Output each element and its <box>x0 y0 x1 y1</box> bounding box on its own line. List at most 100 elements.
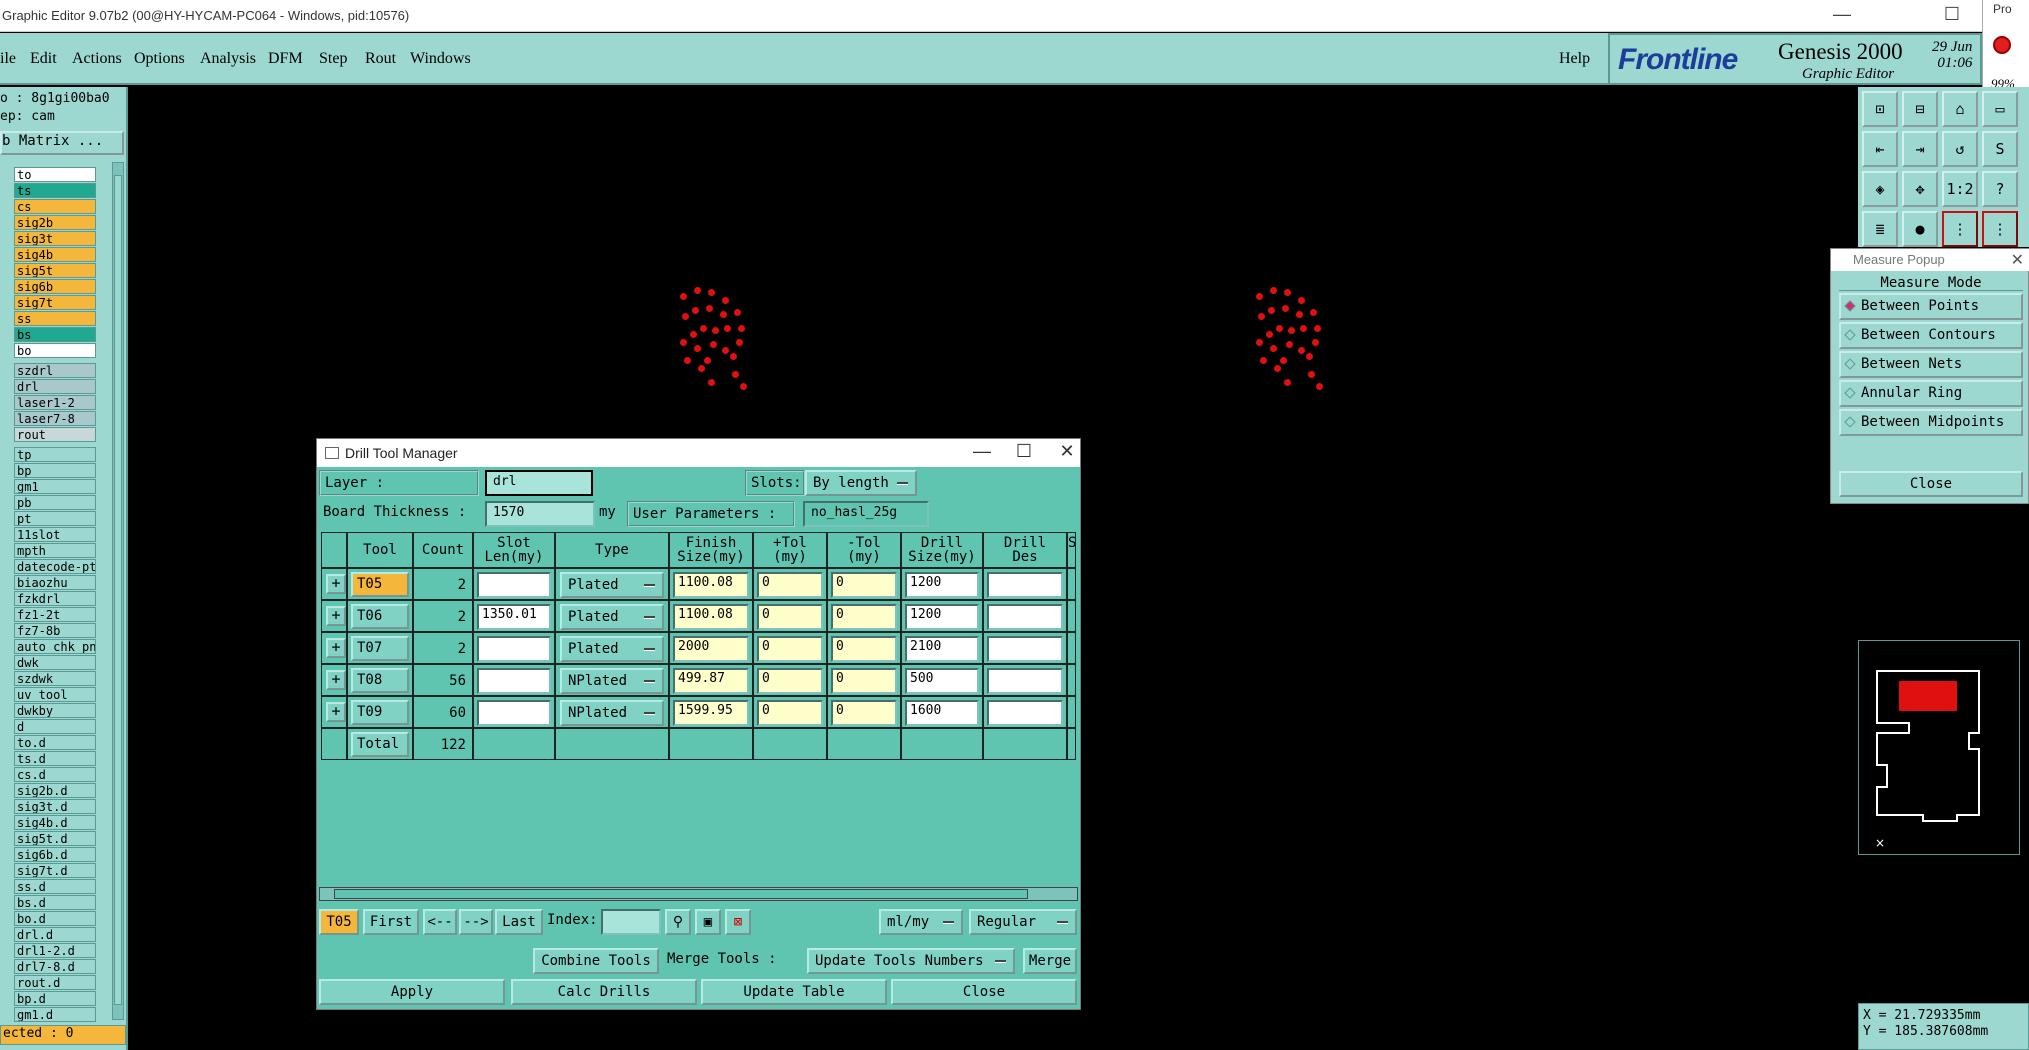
drill-des-input[interactable] <box>987 668 1063 694</box>
plus-tol-input[interactable]: 0 <box>757 572 823 598</box>
finish-size-input[interactable]: 1100.08 <box>673 572 749 598</box>
drill-hit[interactable] <box>1296 311 1303 318</box>
drill-size-input[interactable]: 1200 <box>905 572 979 598</box>
combine-tools-button[interactable]: Combine Tools <box>533 948 659 974</box>
layer-item[interactable]: szdrl <box>14 363 96 378</box>
menu-edit[interactable]: Edit <box>30 50 57 68</box>
layer-scrollbar[interactable] <box>112 162 124 1020</box>
scroll-thumb[interactable] <box>334 889 1028 899</box>
tool-name[interactable]: T09 <box>351 700 409 725</box>
layer-item[interactable]: ts.d <box>14 751 96 766</box>
net-analysis-icon[interactable]: ⋮ <box>1982 211 2018 247</box>
expand-icon[interactable]: + <box>326 702 346 722</box>
menu-windows[interactable]: Windows <box>410 50 471 68</box>
update-table-button[interactable]: Update Table <box>701 979 887 1005</box>
zoom-fit-icon[interactable]: ◈ <box>1862 171 1898 207</box>
layer-item[interactable]: rout <box>14 427 96 442</box>
bottom-view-icon[interactable]: ⊟ <box>1902 91 1938 127</box>
drill-hit[interactable] <box>1316 383 1323 390</box>
layer-item[interactable]: fz7-8b <box>14 623 96 638</box>
expand-icon[interactable]: + <box>326 670 346 690</box>
apply-button[interactable]: Apply <box>319 979 505 1005</box>
minimize-button[interactable]: — <box>1822 4 1862 25</box>
measure-close-button[interactable]: Close <box>1839 471 2023 497</box>
pan-left-icon[interactable]: ⇤ <box>1862 131 1898 167</box>
drill-hit[interactable] <box>720 311 727 318</box>
drill-hit[interactable] <box>704 357 711 364</box>
undo-icon[interactable]: ↺ <box>1942 131 1978 167</box>
drill-hit[interactable] <box>1282 305 1289 312</box>
layer-item[interactable]: bp.d <box>14 991 96 1006</box>
drill-size-input[interactable]: 2100 <box>905 636 979 662</box>
type-select[interactable]: Plated <box>560 572 664 598</box>
minus-tol-input[interactable]: 0 <box>831 636 897 662</box>
layer-item[interactable]: ts <box>14 183 96 198</box>
drill-hit[interactable] <box>1256 293 1263 300</box>
first-button[interactable]: First <box>363 909 419 935</box>
slot-len-input[interactable] <box>477 700 551 726</box>
drill-hit[interactable] <box>698 365 705 372</box>
drill-size-input[interactable]: 500 <box>905 668 979 694</box>
drill-hit[interactable] <box>690 331 697 338</box>
layer-item[interactable]: pb <box>14 495 96 510</box>
measure-between-contours[interactable]: Between Contours <box>1839 322 2023 349</box>
drill-des-input[interactable] <box>987 604 1063 630</box>
measure-between-points[interactable]: Between Points <box>1839 293 2023 320</box>
drill-hit[interactable] <box>710 341 717 348</box>
menu-step[interactable]: Step <box>319 50 347 68</box>
close-icon[interactable]: ✕ <box>2011 250 2024 270</box>
close-icon[interactable]: ✕ <box>1052 441 1082 462</box>
maximize-icon[interactable]: ☐ <box>1009 441 1039 462</box>
menu-dfm[interactable]: DFM <box>268 50 303 68</box>
drill-des-input[interactable] <box>987 572 1063 598</box>
drill-hit[interactable] <box>1310 309 1317 316</box>
plus-tol-input[interactable]: 0 <box>757 668 823 694</box>
layer-item[interactable]: sig6b <box>14 279 96 294</box>
plus-tol-input[interactable]: 0 <box>757 636 823 662</box>
type-select[interactable]: NPlated <box>560 700 664 726</box>
finish-size-input[interactable]: 2000 <box>673 636 749 662</box>
top-view-icon[interactable]: ⊡ <box>1862 91 1898 127</box>
mode-select[interactable]: Regular <box>969 909 1077 935</box>
drill-hit[interactable] <box>1314 325 1321 332</box>
close-button[interactable]: Close <box>891 979 1077 1005</box>
layer-item[interactable]: datecode-pte <box>14 559 96 574</box>
layer-item[interactable]: auto_chk_pn <box>14 639 96 654</box>
drill-hit[interactable] <box>732 371 739 378</box>
drill-hit[interactable] <box>1308 371 1315 378</box>
layer-item[interactable]: sig4b <box>14 247 96 262</box>
matrix-button[interactable]: b Matrix ... <box>0 131 124 155</box>
layer-item[interactable]: mpth <box>14 543 96 558</box>
prev-button[interactable]: <-- <box>423 909 457 935</box>
layer-item[interactable]: pt <box>14 511 96 526</box>
slot-len-input[interactable] <box>477 572 551 598</box>
drill-hit[interactable] <box>706 305 713 312</box>
record-icon[interactable] <box>1993 36 2011 54</box>
drill-hit[interactable] <box>722 347 729 354</box>
finish-size-input[interactable]: 499.87 <box>673 668 749 694</box>
slot-len-input[interactable]: 1350.01 <box>477 604 551 630</box>
home-icon[interactable]: ⌂ <box>1942 91 1978 127</box>
measure-annular-ring[interactable]: Annular Ring <box>1839 380 2023 407</box>
drill-hit[interactable] <box>1270 287 1277 294</box>
layer-item[interactable]: sig4b.d <box>14 815 96 830</box>
drill-hit[interactable] <box>1256 339 1263 346</box>
calc-drills-button[interactable]: Calc Drills <box>511 979 697 1005</box>
minus-tol-input[interactable]: 0 <box>831 668 897 694</box>
layer-item[interactable]: sig6b.d <box>14 847 96 862</box>
menu-options[interactable]: Options <box>134 50 185 68</box>
drill-hit[interactable] <box>712 327 719 334</box>
scale-icon[interactable]: 1:2 <box>1942 171 1978 207</box>
drill-des-input[interactable] <box>987 636 1063 662</box>
menu-file[interactable]: ile <box>0 50 16 68</box>
layer-item[interactable]: tp <box>14 447 96 462</box>
layer-item[interactable]: gm1 <box>14 479 96 494</box>
drill-size-input[interactable]: 1600 <box>905 700 979 726</box>
drill-hit[interactable] <box>1300 325 1307 332</box>
layer-item[interactable]: bo <box>14 343 96 358</box>
next-button[interactable]: --> <box>459 909 493 935</box>
drill-hit[interactable] <box>1286 341 1293 348</box>
drill-hit[interactable] <box>1298 347 1305 354</box>
expand-icon[interactable]: + <box>326 606 346 626</box>
drill-hit[interactable] <box>708 289 715 296</box>
